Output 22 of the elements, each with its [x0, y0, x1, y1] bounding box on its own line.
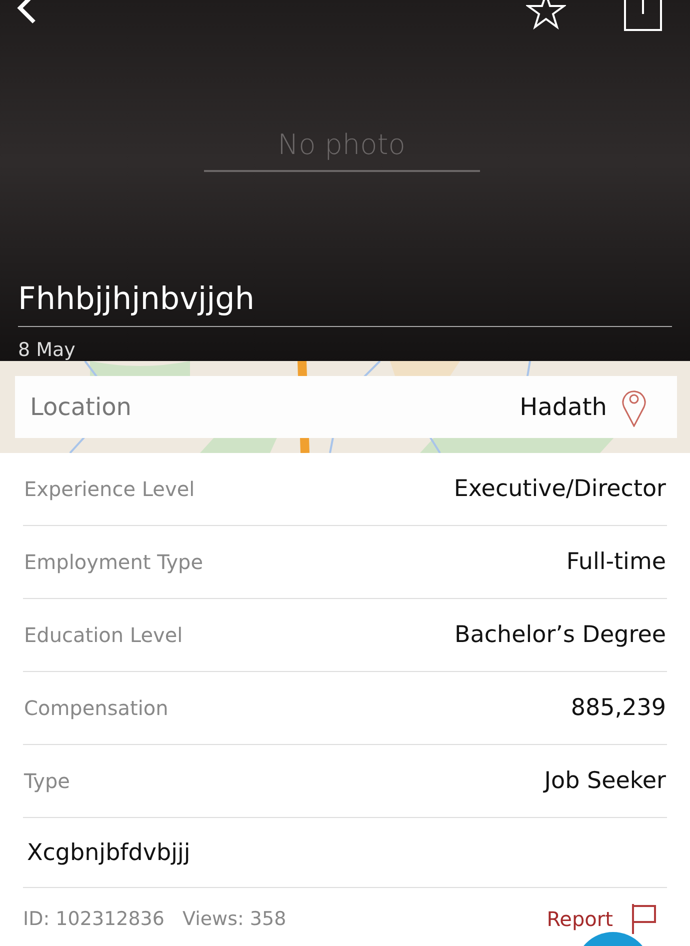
detail-label: Type [24, 769, 70, 793]
detail-value: 885,239 [570, 695, 666, 721]
detail-label: Experience Level [24, 477, 195, 501]
location-label: Location [30, 393, 132, 421]
report-link[interactable]: Report [546, 904, 657, 934]
location-value: Hadath [520, 393, 607, 421]
location-card[interactable]: Location Hadath [15, 376, 677, 438]
detail-value: Executive/Director [454, 476, 666, 502]
post-date: 8 May [18, 339, 76, 361]
detail-value: Full-time [566, 549, 666, 575]
flag-icon [631, 904, 657, 934]
detail-label: Education Level [24, 623, 183, 647]
share-icon[interactable] [624, 0, 662, 32]
detail-label: Compensation [24, 696, 168, 720]
description-text: Xcgbnjbfdvbjjj [27, 840, 190, 866]
listing-id: ID: 102312836 [23, 908, 164, 930]
detail-value: Bachelor’s Degree [454, 622, 666, 648]
header-title: Fhhbjjhjnbvjjgh [18, 280, 672, 327]
no-photo-text: No photo [204, 128, 480, 172]
view-count: Views: 358 [182, 908, 286, 930]
detail-label: Employment Type [24, 550, 204, 574]
detail-value: Job Seeker [544, 768, 666, 794]
